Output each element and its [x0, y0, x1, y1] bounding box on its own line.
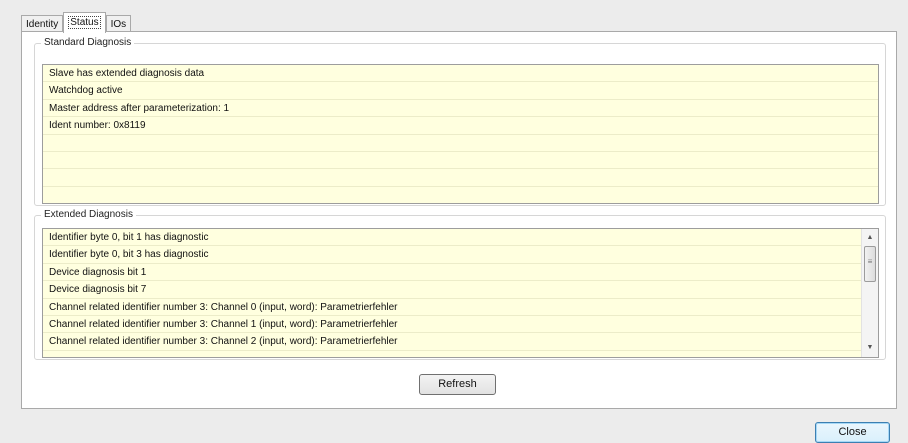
standard-diagnosis-list[interactable]: Slave has extended diagnosis data Watchd…: [42, 64, 879, 204]
list-item[interactable]: [43, 169, 878, 187]
tab-status-label: Status: [68, 16, 101, 29]
scroll-down-arrow-icon[interactable]: ▼: [862, 340, 878, 356]
scroll-up-arrow-icon[interactable]: ▲: [862, 230, 878, 246]
list-item[interactable]: Device diagnosis bit 7: [43, 281, 878, 299]
standard-diagnosis-title: Standard Diagnosis: [41, 37, 135, 48]
extended-diagnosis-group: Extended Diagnosis Identifier byte 0, bi…: [34, 209, 886, 360]
extended-diagnosis-list[interactable]: Identifier byte 0, bit 1 has diagnostic …: [42, 228, 879, 358]
list-item[interactable]: [43, 152, 878, 170]
standard-diagnosis-group: Standard Diagnosis Slave has extended di…: [34, 37, 886, 206]
list-item[interactable]: Identifier byte 0, bit 3 has diagnostic: [43, 246, 878, 264]
list-item[interactable]: Master address after parameterization: 1: [43, 100, 878, 118]
list-item[interactable]: Device diagnosis bit 1: [43, 264, 878, 282]
refresh-button[interactable]: Refresh: [419, 374, 496, 395]
list-item[interactable]: Channel related identifier number 3: Cha…: [43, 333, 878, 351]
list-item[interactable]: Slave has extended diagnosis data: [43, 65, 878, 83]
list-item[interactable]: Ident number: 0x8119: [43, 117, 878, 135]
list-item[interactable]: [43, 187, 878, 203]
list-item[interactable]: Channel related identifier number 3: Cha…: [43, 316, 878, 334]
tab-strip: Identity Status IOs: [21, 11, 132, 33]
close-button[interactable]: Close: [815, 422, 890, 443]
extended-diagnosis-title: Extended Diagnosis: [41, 209, 136, 220]
list-item[interactable]: Watchdog active: [43, 82, 878, 100]
list-item[interactable]: Channel related identifier number 3: Cha…: [43, 299, 878, 316]
list-item[interactable]: Identifier byte 0, bit 1 has diagnostic: [43, 229, 878, 247]
status-tab-page: Standard Diagnosis Slave has extended di…: [21, 31, 897, 409]
tab-status[interactable]: Status: [63, 12, 106, 33]
list-item[interactable]: [43, 135, 878, 152]
vertical-scrollbar[interactable]: ▲ ≡ ▼: [861, 229, 878, 357]
scrollbar-thumb[interactable]: ≡: [864, 246, 876, 282]
tab-ios[interactable]: IOs: [105, 15, 132, 32]
tab-identity[interactable]: Identity: [21, 15, 64, 32]
